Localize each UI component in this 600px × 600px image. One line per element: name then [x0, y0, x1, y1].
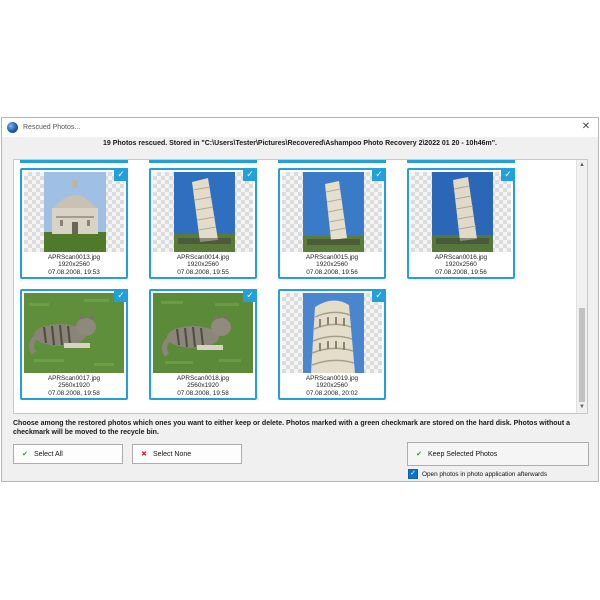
checkmark-icon[interactable]: ✓ [114, 289, 128, 302]
scroll-up-icon[interactable]: ▲ [577, 160, 587, 171]
open-afterwards-label: Open photos in photo application afterwa… [422, 470, 548, 478]
photo-caption: APRScan0013.jpg 1920x2560 07.08.2008, 19… [22, 254, 126, 276]
photo-card[interactable]: ✓ APRScan0019.jpg 1920x2560 07.08.2008, … [278, 289, 386, 400]
photo-card[interactable]: ✓ APRScan0014.jpg 1920x2560 07.08.2008, … [149, 168, 257, 279]
leaning-tower-photo [174, 172, 235, 252]
photo-resolution: 2560x1920 [58, 382, 90, 390]
photo-date: 07.08.2008, 19:56 [306, 268, 358, 276]
photo-filename: APRScan0017.jpg [47, 375, 101, 382]
photo-caption: APRScan0016.jpg 1920x2560 07.08.2008, 19… [409, 254, 513, 276]
scroll-down-icon[interactable]: ▼ [577, 402, 587, 413]
select-none-button[interactable]: ✖ Select None [132, 444, 242, 464]
photo-thumbnail [282, 172, 382, 252]
photo-card[interactable]: ✓ APRScan0016.jpg 1920x2560 07.08.2008, … [407, 168, 515, 279]
photo-card[interactable]: ✓ APRScan0017.jpg 2560x1920 07.08.2008, … [20, 289, 128, 400]
checkmark-icon[interactable]: ✓ [114, 168, 128, 181]
photo-resolution: 1920x2560 [58, 261, 90, 269]
photo-filename: APRScan0019.jpg [305, 375, 359, 382]
vertical-scrollbar[interactable]: ▲ ▼ [576, 160, 587, 413]
photo-filename: APRScan0015.jpg [305, 254, 359, 261]
photo-caption: APRScan0018.jpg 2560x1920 07.08.2008, 19… [151, 375, 255, 397]
photo-resolution: 1920x2560 [445, 261, 477, 269]
photo-filename: APRScan0016.jpg [434, 254, 488, 261]
photo-resolution: 1920x2560 [187, 261, 219, 269]
status-message: 19 Photos rescued. Stored in "C:\Users\T… [103, 140, 497, 147]
photo-caption: APRScan0015.jpg 1920x2560 07.08.2008, 19… [280, 254, 384, 276]
title-bar: Rescued Photos... ✕ [2, 118, 598, 137]
photo-resolution: 1920x2560 [316, 382, 348, 390]
open-afterwards-option[interactable]: ✓ Open photos in photo application after… [408, 469, 547, 479]
keep-selected-photos-button[interactable]: ✔ Keep Selected Photos [407, 442, 589, 466]
photo-date: 07.08.2008, 19:56 [435, 268, 487, 276]
photo-resolution: 1920x2560 [316, 261, 348, 269]
select-all-label: Select All [34, 450, 63, 458]
leaning-tower-photo [303, 293, 364, 373]
photo-card[interactable]: ✓ APRScan0013.jpg 1920x2560 07.08.2008, … [20, 168, 128, 279]
photo-thumbnail [282, 293, 382, 373]
checkmark-icon[interactable]: ✓ [243, 168, 257, 181]
photo-gallery[interactable]: ✓ APRScan0013.jpg 1920x2560 07.08.2008, … [13, 159, 588, 414]
previous-row-edge [14, 160, 587, 164]
select-none-label: Select None [153, 450, 192, 458]
keep-selected-photos-label: Keep Selected Photos [428, 450, 498, 458]
photo-resolution: 2560x1920 [187, 382, 219, 390]
photo-card[interactable]: ✓ APRScan0018.jpg 2560x1920 07.08.2008, … [149, 289, 257, 400]
baptistery-photo [44, 172, 106, 252]
green-check-icon: ✔ [416, 451, 422, 458]
leaning-tower-photo [432, 172, 493, 252]
photo-thumbnail [24, 293, 124, 373]
photo-thumbnail [411, 172, 511, 252]
photo-filename: APRScan0013.jpg [47, 254, 101, 261]
open-afterwards-checkbox[interactable]: ✓ [408, 469, 418, 479]
photo-date: 07.08.2008, 20:02 [306, 389, 358, 397]
select-all-button[interactable]: ✔ Select All [13, 444, 123, 464]
photo-caption: APRScan0014.jpg 1920x2560 07.08.2008, 19… [151, 254, 255, 276]
instructions-text: Choose among the restored photos which o… [13, 420, 570, 436]
checkmark-icon[interactable]: ✓ [372, 289, 386, 302]
photo-thumbnail [153, 293, 253, 373]
photo-date: 07.08.2008, 19:55 [177, 268, 229, 276]
photo-thumbnail [24, 172, 124, 252]
checkmark-icon[interactable]: ✓ [501, 168, 515, 181]
green-check-icon: ✔ [22, 451, 28, 458]
checkmark-icon[interactable]: ✓ [372, 168, 386, 181]
window-title: Rescued Photos... [23, 124, 81, 131]
cat-photo [153, 293, 253, 373]
photo-filename: APRScan0014.jpg [176, 254, 230, 261]
rescued-photos-dialog: Rescued Photos... ✕ 19 Photos rescued. S… [1, 117, 599, 482]
scroll-thumb[interactable] [579, 308, 585, 402]
photo-thumbnail [153, 172, 253, 252]
photo-date: 07.08.2008, 19:58 [48, 389, 100, 397]
cat-photo [24, 293, 124, 373]
photo-date: 07.08.2008, 19:58 [177, 389, 229, 397]
photo-card[interactable]: ✓ APRScan0015.jpg 1920x2560 07.08.2008, … [278, 168, 386, 279]
photo-date: 07.08.2008, 19:53 [48, 268, 100, 276]
photo-caption: APRScan0017.jpg 2560x1920 07.08.2008, 19… [22, 375, 126, 397]
checkmark-icon[interactable]: ✓ [243, 289, 257, 302]
photo-caption: APRScan0019.jpg 1920x2560 07.08.2008, 20… [280, 375, 384, 397]
close-icon[interactable]: ✕ [580, 121, 592, 133]
leaning-tower-photo [303, 172, 364, 252]
globe-icon [7, 122, 18, 133]
photo-filename: APRScan0018.jpg [176, 375, 230, 382]
red-x-icon: ✖ [141, 451, 147, 458]
